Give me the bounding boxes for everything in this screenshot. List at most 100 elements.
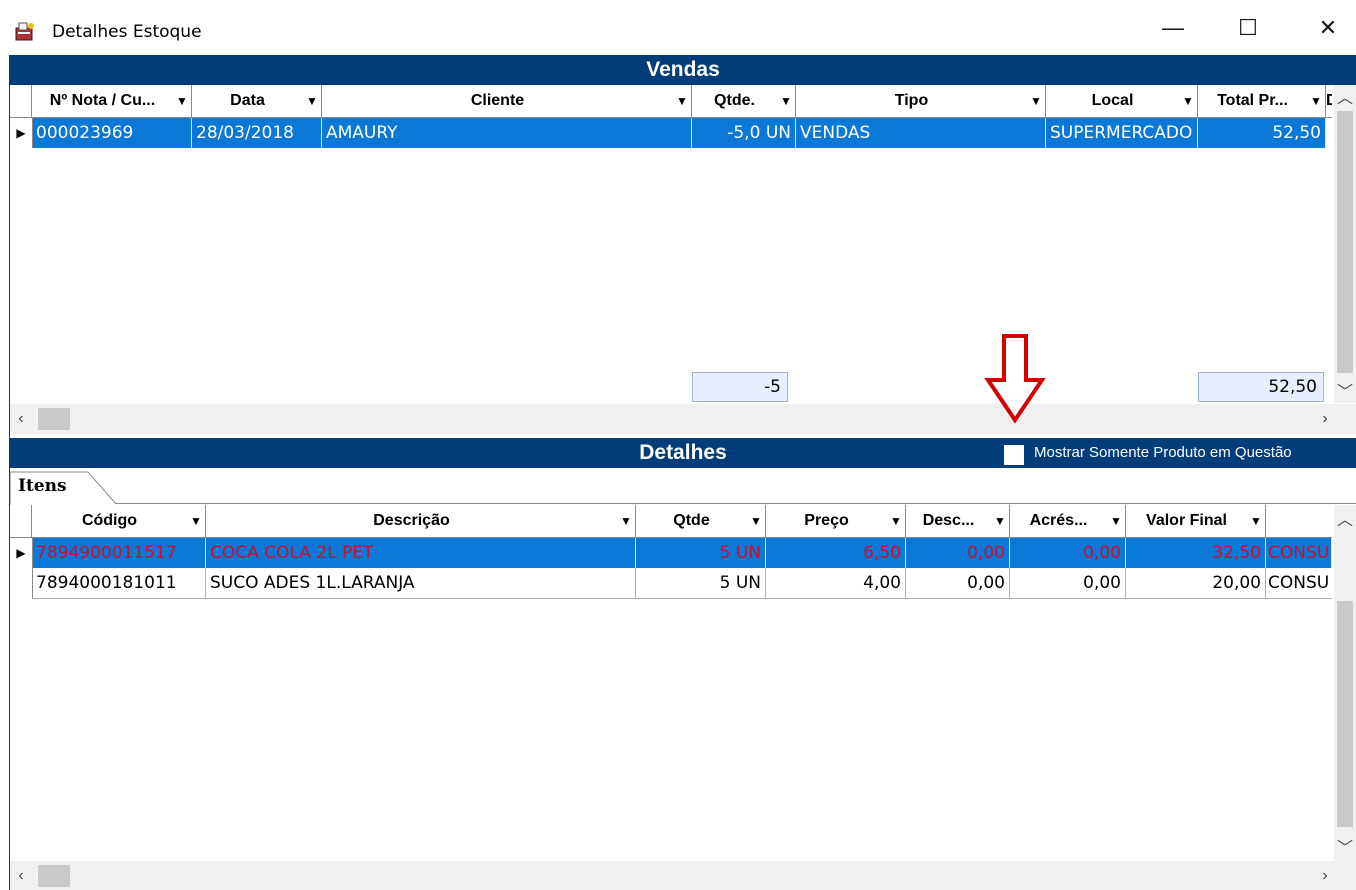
vendas-vscrollbar[interactable]: ︿ ﹀ bbox=[1334, 85, 1356, 403]
scroll-down-icon[interactable]: ﹀ bbox=[1334, 835, 1356, 857]
cell-data: 28/03/2018 bbox=[192, 118, 322, 148]
col-qtde[interactable]: Qtde ▼ bbox=[636, 505, 766, 537]
scroll-left-icon[interactable]: ‹ bbox=[10, 408, 32, 430]
col-descricao[interactable]: Descrição ▼ bbox=[206, 505, 636, 537]
table-row[interactable]: ▶ 000023969 28/03/2018 AMAURY -5,0 UN VE… bbox=[10, 118, 1326, 148]
col-nota[interactable]: Nº Nota / Cu... ▼ bbox=[32, 85, 192, 117]
dropdown-arrow-icon[interactable]: ▼ bbox=[187, 514, 205, 528]
cell-descricao: COCA COLA 2L PET bbox=[206, 538, 636, 568]
dropdown-arrow-icon[interactable]: ▼ bbox=[1027, 94, 1045, 108]
col-label: Acrés... bbox=[1029, 512, 1088, 529]
cell-acres: 0,00 bbox=[1010, 568, 1126, 599]
scroll-right-icon[interactable]: › bbox=[1314, 408, 1336, 430]
dropdown-arrow-icon[interactable]: ▼ bbox=[777, 94, 795, 108]
vendas-grid-header: Nº Nota / Cu... ▼ Data ▼ Cliente ▼ Qtde. ▼ T… bbox=[10, 85, 1332, 118]
col-preco[interactable]: Preço ▼ bbox=[766, 505, 906, 537]
vendas-row-container: ▶ 000023969 28/03/2018 AMAURY -5,0 UN VE… bbox=[10, 118, 1332, 148]
vendas-hscrollbar[interactable]: ‹ › bbox=[10, 404, 1356, 434]
detalhes-vscrollbar[interactable]: ︿ ﹀ bbox=[1334, 505, 1356, 861]
show-only-product-checkbox[interactable] bbox=[1004, 445, 1024, 465]
col-local[interactable]: Local ▼ bbox=[1046, 85, 1198, 117]
col-valor-final[interactable]: Valor Final ▼ bbox=[1126, 505, 1266, 537]
dropdown-arrow-icon[interactable]: ▼ bbox=[1107, 514, 1125, 528]
col-data[interactable]: Data ▼ bbox=[192, 85, 322, 117]
tab-itens[interactable]: Itens bbox=[10, 468, 118, 505]
window-left-border bbox=[9, 55, 10, 890]
close-icon[interactable]: ✕ bbox=[1300, 8, 1356, 48]
row-indicator-header bbox=[10, 505, 32, 537]
col-label: Valor Final bbox=[1146, 512, 1227, 529]
col-label: Cliente bbox=[470, 92, 525, 109]
col-codigo[interactable]: Código ▼ bbox=[32, 505, 206, 537]
minimize-icon[interactable]: — bbox=[1145, 8, 1201, 48]
app-icon bbox=[15, 22, 34, 41]
cell-codigo: 7894900011517 bbox=[32, 538, 206, 568]
detalhes-grid-header: Código ▼ Descrição ▼ Qtde ▼ Preço ▼ Desc... ▼… bbox=[10, 505, 1332, 538]
col-desc[interactable]: Desc... ▼ bbox=[906, 505, 1010, 537]
cell-tipo: VENDAS bbox=[796, 118, 1046, 148]
detalhes-title: Detalhes bbox=[639, 441, 727, 464]
show-only-product-label: Mostrar Somente Produto em Questão bbox=[1034, 444, 1292, 461]
row-indicator-icon: ▶ bbox=[10, 538, 33, 568]
col-acres[interactable]: Acrés... ▼ bbox=[1010, 505, 1126, 537]
cell-preco: 4,00 bbox=[766, 568, 906, 599]
dropdown-arrow-icon[interactable]: ▼ bbox=[887, 514, 905, 528]
tab-label: Itens bbox=[18, 476, 67, 496]
dropdown-arrow-icon[interactable]: ▼ bbox=[991, 514, 1009, 528]
col-total[interactable]: Total Pr... ▼ bbox=[1198, 85, 1326, 117]
scroll-thumb[interactable] bbox=[38, 865, 70, 887]
scroll-left-icon[interactable]: ‹ bbox=[10, 865, 32, 887]
dropdown-arrow-icon[interactable]: ▼ bbox=[673, 94, 691, 108]
cell-preco: 6,50 bbox=[766, 538, 906, 568]
dropdown-arrow-icon[interactable]: ▼ bbox=[1307, 94, 1325, 108]
col-tipo[interactable]: Tipo ▼ bbox=[796, 85, 1046, 117]
cell-descricao: SUCO ADES 1L.LARANJA bbox=[206, 568, 636, 599]
row-indicator-header bbox=[10, 85, 32, 117]
scroll-thumb[interactable] bbox=[1337, 111, 1353, 373]
row-indicator-empty bbox=[10, 568, 33, 599]
detalhes-rows: ▶ 7894900011517 COCA COLA 2L PET 5 UN 6,… bbox=[10, 538, 1332, 600]
dropdown-arrow-icon[interactable]: ▼ bbox=[1247, 514, 1265, 528]
dropdown-arrow-icon[interactable]: ▼ bbox=[173, 94, 191, 108]
cell-codigo: 7894000181011 bbox=[32, 568, 206, 599]
col-label: Descrição bbox=[373, 512, 450, 529]
cell-nota: 000023969 bbox=[32, 118, 192, 148]
col-label: Código bbox=[81, 512, 138, 529]
cell-total: 52,50 bbox=[1198, 118, 1326, 148]
vendas-valor-total: 52,50 bbox=[1198, 372, 1324, 402]
col-cliente[interactable]: Cliente ▼ bbox=[322, 85, 692, 117]
scroll-up-icon[interactable]: ︿ bbox=[1334, 507, 1356, 529]
col-label: Desc... bbox=[922, 512, 975, 529]
dropdown-arrow-icon[interactable]: ▼ bbox=[617, 514, 635, 528]
cell-desc: 0,00 bbox=[906, 538, 1010, 568]
cell-acres: 0,00 bbox=[1010, 538, 1126, 568]
scroll-up-icon[interactable]: ︿ bbox=[1334, 85, 1356, 107]
col-label: D bbox=[1326, 92, 1332, 109]
dropdown-arrow-icon[interactable]: ▼ bbox=[303, 94, 321, 108]
cell-qtde: 5 UN bbox=[636, 538, 766, 568]
cell-cliente: AMAURY bbox=[322, 118, 692, 148]
maximize-icon[interactable]: ☐ bbox=[1220, 8, 1276, 48]
scroll-down-icon[interactable]: ﹀ bbox=[1334, 379, 1356, 401]
col-label: Preço bbox=[804, 512, 849, 529]
table-row[interactable]: 7894000181011 SUCO ADES 1L.LARANJA 5 UN … bbox=[10, 568, 1332, 599]
cell-extra: CONSU bbox=[1266, 538, 1332, 568]
col-d[interactable]: D bbox=[1326, 85, 1332, 117]
col-label: Qtde. bbox=[714, 92, 755, 109]
scroll-thumb[interactable] bbox=[38, 408, 70, 430]
col-label: Data bbox=[230, 92, 265, 109]
down-arrow-annotation-icon bbox=[984, 334, 1046, 424]
cell-qtde: -5,0 UN bbox=[692, 118, 796, 148]
col-label: Local bbox=[1091, 92, 1134, 109]
dropdown-arrow-icon[interactable]: ▼ bbox=[1179, 94, 1197, 108]
cell-valor: 32,50 bbox=[1126, 538, 1266, 568]
tab-strip bbox=[10, 468, 1356, 504]
cell-qtde: 5 UN bbox=[636, 568, 766, 599]
cell-desc: 0,00 bbox=[906, 568, 1010, 599]
scroll-thumb[interactable] bbox=[1337, 601, 1353, 827]
table-row[interactable]: ▶ 7894900011517 COCA COLA 2L PET 5 UN 6,… bbox=[10, 538, 1332, 568]
col-qtde[interactable]: Qtde. ▼ bbox=[692, 85, 796, 117]
dropdown-arrow-icon[interactable]: ▼ bbox=[747, 514, 765, 528]
detalhes-hscrollbar[interactable]: ‹ › bbox=[10, 861, 1356, 890]
scroll-right-icon[interactable]: › bbox=[1314, 865, 1336, 887]
